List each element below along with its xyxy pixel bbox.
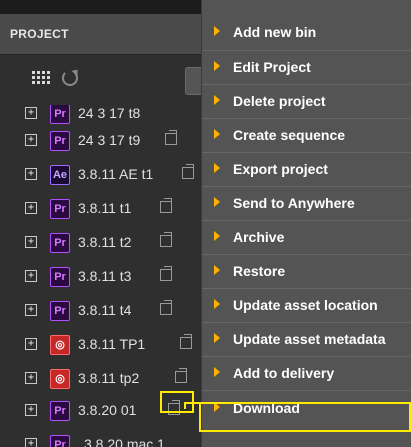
project-row[interactable]: + Pr 3.8.11 t4 (0, 293, 200, 327)
expand-icon[interactable]: + (25, 404, 37, 416)
menu-bullet-icon (214, 95, 220, 105)
project-label: 3.8.20 01 (78, 402, 137, 418)
menu-item-label: Update asset metadata (233, 331, 386, 347)
project-label: 24 3 17 t9 (78, 132, 141, 148)
expand-icon[interactable]: + (25, 438, 37, 447)
project-panel: PROJECT + Pr 24 3 17 t8 + Pr 24 3 17 t9 … (0, 0, 411, 447)
teamprojects-app-icon: ◎ (50, 335, 70, 355)
expand-icon[interactable]: + (25, 338, 37, 350)
expand-icon[interactable]: + (25, 270, 37, 282)
menu-bullet-icon (214, 163, 220, 173)
project-row[interactable]: + Pr 3.8.11 t3 (0, 259, 200, 293)
project-row[interactable]: + Pr 3.8.11 t1 (0, 191, 200, 225)
expand-icon[interactable]: + (25, 134, 37, 146)
highlight-connector (186, 402, 200, 404)
premiere-app-icon: Pr (50, 301, 70, 321)
menu-item-label: Send to Anywhere (233, 195, 355, 211)
project-row[interactable]: + ◎ 3.8.11 tp2 (0, 361, 200, 395)
premiere-app-icon: Pr (50, 199, 70, 219)
after-effects-app-icon: Ae (50, 165, 70, 185)
expand-icon[interactable]: + (25, 202, 37, 214)
menu-bullet-icon (214, 197, 220, 207)
project-row[interactable]: + Pr 24 3 17 t9 (0, 123, 200, 157)
menu-item-label: Create sequence (233, 127, 346, 143)
premiere-app-icon: Pr (50, 105, 70, 124)
project-row[interactable]: + ◎ 3.8.11 TP1 (0, 327, 200, 361)
project-label: 24 3 17 t8 (78, 105, 141, 121)
grid-view-icon[interactable] (32, 71, 54, 85)
menu-item-update-asset-location[interactable]: Update asset location (202, 289, 411, 323)
premiere-app-icon: Pr (50, 401, 70, 421)
menu-bullet-icon (214, 61, 220, 71)
menu-item-add-to-delivery[interactable]: Add to delivery (202, 357, 411, 391)
link-icon[interactable] (182, 164, 194, 179)
project-label: 3.8.20 mac 1 (84, 436, 165, 447)
menu-item-add-new-bin[interactable]: Add new bin (202, 16, 411, 50)
menu-item-label: Restore (233, 263, 286, 279)
menu-item-label: Add new bin (233, 24, 317, 40)
project-row[interactable]: + Pr ↓ 3.8.20 mac 1 (0, 427, 200, 447)
expand-icon[interactable]: + (25, 168, 37, 180)
panel-title: PROJECT (10, 27, 69, 41)
link-icon[interactable] (165, 130, 177, 145)
menu-item-label: Add to delivery (233, 365, 335, 381)
highlight-box-download (199, 402, 411, 432)
project-label: 3.8.11 t1 (78, 200, 132, 216)
menu-item-edit-project[interactable]: Edit Project (202, 51, 411, 85)
expand-icon[interactable]: + (25, 304, 37, 316)
project-row[interactable]: + Pr 3.8.11 t2 (0, 225, 200, 259)
link-icon[interactable] (160, 300, 172, 315)
menu-bullet-icon (214, 129, 220, 139)
menu-bullet-icon (214, 265, 220, 275)
menu-divider (202, 390, 411, 391)
link-icon[interactable] (180, 334, 192, 349)
project-label: 3.8.11 TP1 (78, 336, 146, 352)
expand-icon[interactable]: + (25, 107, 37, 119)
menu-item-send-to-anywhere[interactable]: Send to Anywhere (202, 187, 411, 221)
link-icon[interactable] (160, 232, 172, 247)
menu-bullet-icon (214, 367, 220, 377)
menu-bullet-icon (214, 26, 220, 36)
menu-item-delete-project[interactable]: Delete project (202, 85, 411, 119)
menu-item-create-sequence[interactable]: Create sequence (202, 119, 411, 153)
menu-item-restore[interactable]: Restore (202, 255, 411, 289)
menu-item-label: Archive (233, 229, 285, 245)
premiere-app-icon: Pr (50, 131, 70, 151)
menu-item-label: Edit Project (233, 59, 311, 75)
expand-icon[interactable]: + (25, 236, 37, 248)
link-icon[interactable] (175, 368, 187, 383)
menu-item-label: Update asset location (233, 297, 378, 313)
menu-item-label: Export project (233, 161, 328, 177)
menu-bullet-icon (214, 299, 220, 309)
link-icon[interactable] (160, 266, 172, 281)
premiere-app-icon: Pr (50, 267, 70, 287)
premiere-app-icon: Pr (50, 435, 70, 447)
menu-item-label: Delete project (233, 93, 326, 109)
teamprojects-app-icon: ◎ (50, 369, 70, 389)
refresh-icon[interactable] (62, 70, 78, 86)
link-icon[interactable] (160, 198, 172, 213)
menu-item-archive[interactable]: Archive (202, 221, 411, 255)
context-menu: Add new bin Edit Project Delete project … (201, 0, 411, 447)
project-label: 3.8.11 t4 (78, 302, 132, 318)
expand-icon[interactable]: + (25, 372, 37, 384)
project-label: 3.8.11 t2 (78, 234, 132, 250)
project-label: 3.8.11 t3 (78, 268, 132, 284)
project-label: 3.8.11 tp2 (78, 370, 140, 386)
menu-item-update-asset-metadata[interactable]: Update asset metadata (202, 323, 411, 357)
menu-bullet-icon (214, 333, 220, 343)
menu-item-export-project[interactable]: Export project (202, 153, 411, 187)
premiere-app-icon: Pr (50, 233, 70, 253)
menu-bullet-icon (214, 231, 220, 241)
project-row[interactable]: + Ae 3.8.11 AE t1 (0, 157, 200, 191)
project-label: 3.8.11 AE t1 (78, 166, 154, 182)
